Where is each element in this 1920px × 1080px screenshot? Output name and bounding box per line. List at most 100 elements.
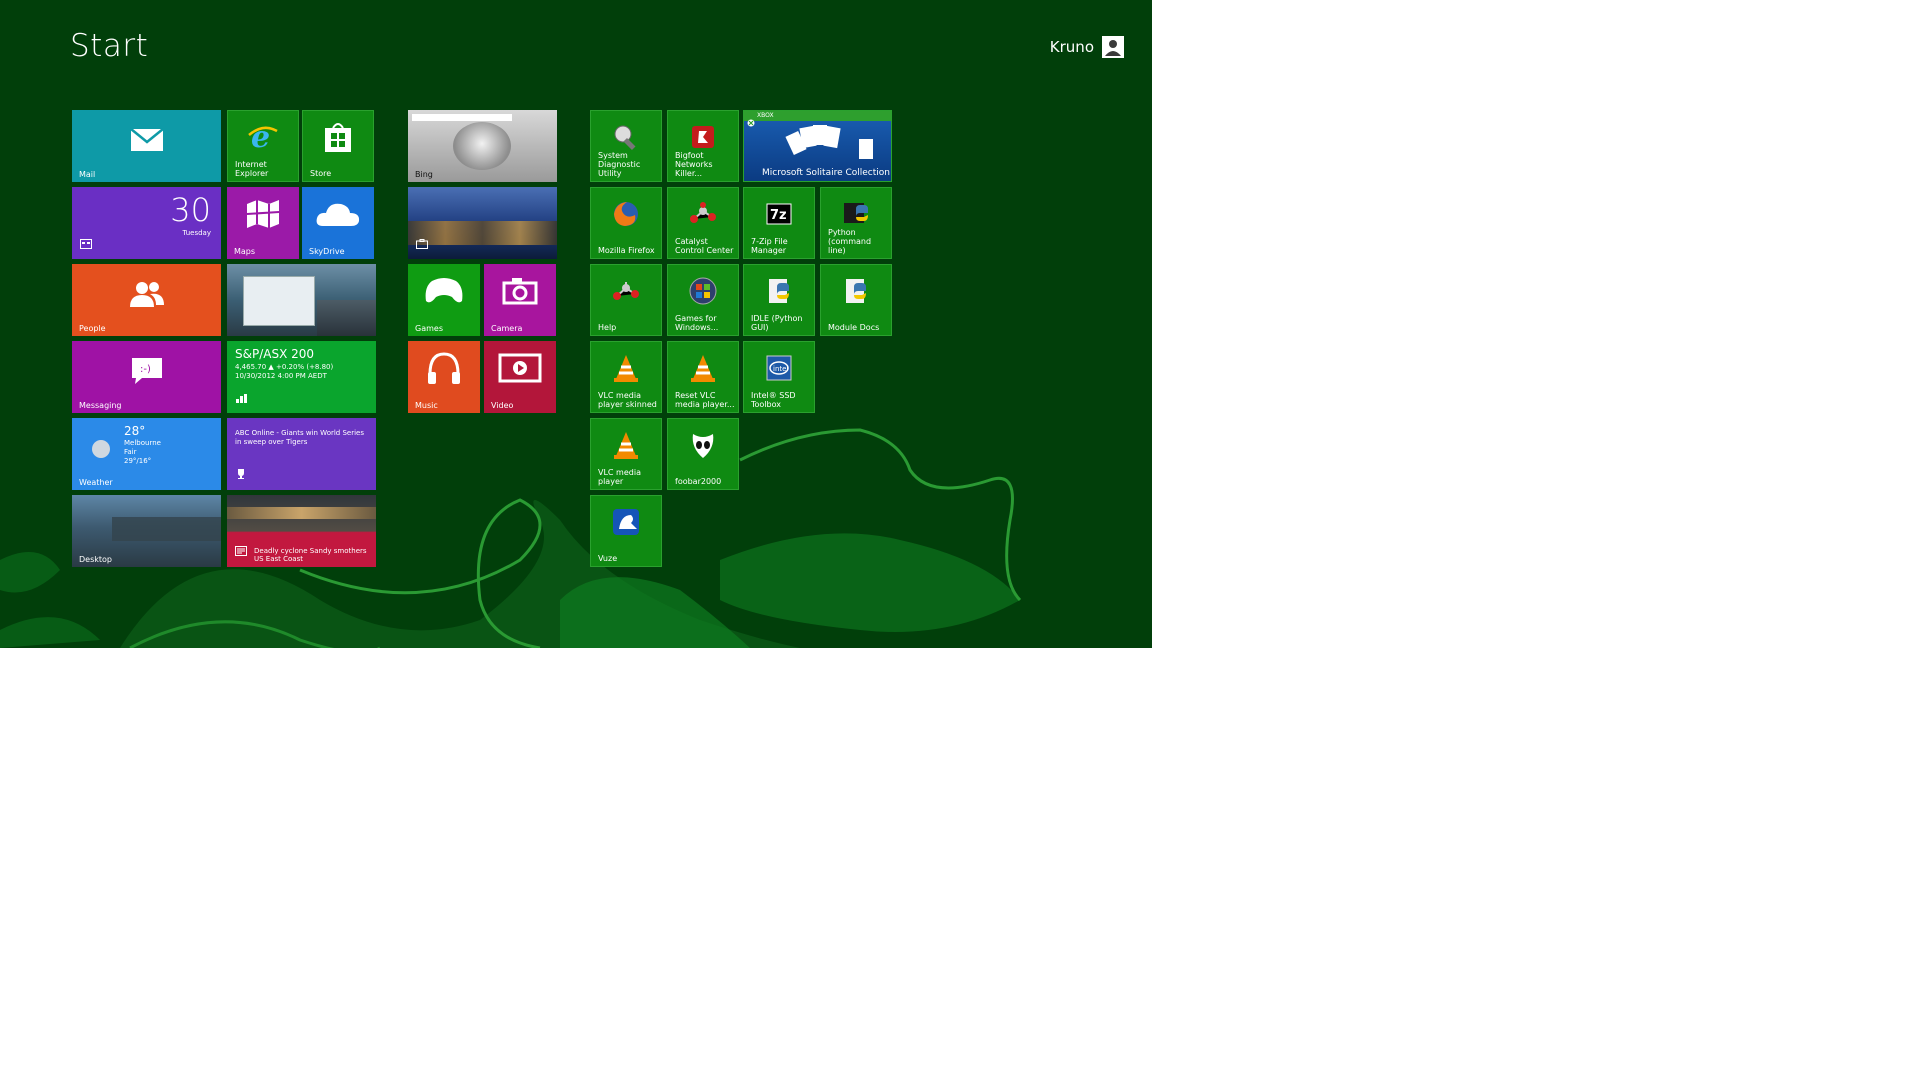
tile-games-label: Games bbox=[415, 324, 443, 333]
tile-internet-explorer[interactable]: e Internet Explorer bbox=[227, 110, 299, 182]
tile-games-for-windows[interactable]: Games for Windows... bbox=[667, 264, 739, 336]
xbox-logo-icon bbox=[747, 112, 755, 131]
weather-range: 29°/16° bbox=[124, 457, 152, 465]
tile-sports[interactable]: ABC Online - Giants win World Series in … bbox=[227, 418, 376, 490]
tile-people-label: People bbox=[79, 324, 106, 333]
tile-store-label: Store bbox=[310, 169, 332, 178]
sports-headline: ABC Online - Giants win World Series in … bbox=[235, 429, 364, 446]
desktop-sea-rocks bbox=[112, 517, 221, 541]
user-avatar-icon bbox=[1102, 36, 1124, 58]
bing-search-bar bbox=[412, 114, 512, 121]
mail-icon bbox=[129, 128, 164, 156]
tile-7zip-label: 7-Zip File Manager bbox=[751, 237, 788, 255]
tile-system-diagnostic-label: System Diagnostic Utility bbox=[598, 151, 641, 178]
7zip-icon: 7z bbox=[766, 203, 792, 229]
solitaire-cards-image bbox=[785, 125, 873, 163]
tile-vlc-label: VLC media player bbox=[598, 468, 641, 486]
tile-weather[interactable]: 28° Melbourne Fair 29°/16° Weather bbox=[72, 418, 221, 490]
finance-chart-icon bbox=[235, 389, 249, 408]
tile-video[interactable]: Video bbox=[484, 341, 556, 413]
weather-temp: 28° bbox=[124, 424, 146, 438]
tile-video-label: Video bbox=[491, 401, 514, 410]
tile-messaging[interactable]: :-) Messaging bbox=[72, 341, 221, 413]
internet-explorer-icon: e bbox=[247, 120, 279, 157]
tile-vlc[interactable]: VLC media player bbox=[590, 418, 662, 490]
tile-module-docs-label: Module Docs bbox=[828, 323, 880, 332]
tile-system-diagnostic[interactable]: System Diagnostic Utility bbox=[590, 110, 662, 182]
solitaire-title: Microsoft Solitaire Collection bbox=[762, 168, 890, 178]
tile-skydrive[interactable]: SkyDrive bbox=[302, 187, 374, 259]
tile-vuze-label: Vuze bbox=[598, 554, 618, 563]
tile-music[interactable]: Music bbox=[408, 341, 480, 413]
module-docs-icon bbox=[842, 277, 870, 309]
tile-catalyst-label: Catalyst Control Center bbox=[675, 237, 734, 255]
camera-icon bbox=[502, 277, 538, 309]
weather-condition: Fair bbox=[124, 448, 137, 456]
games-controller-icon bbox=[424, 277, 464, 309]
start-screen: Start Kruno Mail e Internet Explorer Sto… bbox=[0, 0, 1152, 648]
tile-catalyst[interactable]: Catalyst Control Center bbox=[667, 187, 739, 259]
tile-messaging-label: Messaging bbox=[79, 401, 122, 410]
calendar-icon bbox=[80, 234, 92, 253]
tile-news[interactable]: Deadly cyclone Sandy smothers US East Co… bbox=[227, 495, 376, 567]
tile-foobar2000[interactable]: foobar2000 bbox=[667, 418, 739, 490]
tile-bing[interactable]: Bing bbox=[408, 110, 557, 182]
games-for-windows-icon bbox=[688, 276, 718, 310]
tile-camera-label: Camera bbox=[491, 324, 523, 333]
tile-vuze[interactable]: Vuze bbox=[590, 495, 662, 567]
tile-bing-label: Bing bbox=[415, 170, 433, 179]
tile-intel-ssd[interactable]: intel Intel® SSD Toolbox bbox=[743, 341, 815, 413]
travel-city-image bbox=[408, 221, 557, 245]
news-headline: Deadly cyclone Sandy smothers US East Co… bbox=[254, 547, 367, 563]
svg-text::-): :-) bbox=[140, 364, 151, 375]
tile-desktop-label: Desktop bbox=[79, 555, 112, 564]
tile-help[interactable]: Help bbox=[590, 264, 662, 336]
tile-music-label: Music bbox=[415, 401, 438, 410]
maps-icon bbox=[245, 198, 281, 234]
video-play-icon bbox=[498, 353, 542, 387]
tile-module-docs[interactable]: Module Docs bbox=[820, 264, 892, 336]
tile-calendar[interactable]: 30 Tuesday bbox=[72, 187, 221, 259]
tile-desktop-preview[interactable] bbox=[227, 264, 376, 336]
skydrive-cloud-icon bbox=[315, 200, 361, 232]
vlc-cone-icon bbox=[612, 353, 640, 387]
intel-ssd-icon: intel bbox=[765, 354, 793, 386]
vlc-cone-icon bbox=[689, 353, 717, 387]
tile-skydrive-label: SkyDrive bbox=[309, 247, 345, 256]
svg-text:e: e bbox=[251, 121, 270, 153]
page-title: Start bbox=[70, 28, 149, 64]
weather-city: Melbourne bbox=[124, 439, 161, 447]
tile-finance[interactable]: S&P/ASX 200 4,465.70 ▲ +0.20% (+8.80) 10… bbox=[227, 341, 376, 413]
tile-solitaire[interactable]: XBOX Microsoft Solitaire Collection bbox=[743, 110, 892, 182]
tile-travel[interactable] bbox=[408, 187, 557, 259]
tile-weather-label: Weather bbox=[79, 478, 113, 487]
tile-vlc-skinned-label: VLC media player skinned bbox=[598, 391, 657, 409]
tile-python[interactable]: Python (command line) bbox=[820, 187, 892, 259]
tile-bigfoot-networks[interactable]: Bigfoot Networks Killer... bbox=[667, 110, 739, 182]
news-bridge-image bbox=[227, 507, 376, 519]
news-icon bbox=[235, 541, 247, 560]
tile-idle[interactable]: IDLE (Python GUI) bbox=[743, 264, 815, 336]
tile-camera[interactable]: Camera bbox=[484, 264, 556, 336]
vlc-cone-icon bbox=[612, 430, 640, 464]
tile-bigfoot-networks-label: Bigfoot Networks Killer... bbox=[675, 151, 713, 178]
tile-mail[interactable]: Mail bbox=[72, 110, 221, 182]
people-icon bbox=[128, 280, 166, 312]
tile-7zip[interactable]: 7z 7-Zip File Manager bbox=[743, 187, 815, 259]
firefox-icon bbox=[611, 199, 641, 233]
tile-games[interactable]: Games bbox=[408, 264, 480, 336]
finance-line2: 10/30/2012 4:00 PM AEDT bbox=[235, 372, 327, 380]
tile-store[interactable]: Store bbox=[302, 110, 374, 182]
messaging-icon: :-) bbox=[130, 356, 164, 390]
desktop-window-thumbnail bbox=[243, 276, 315, 326]
tile-people[interactable]: People bbox=[72, 264, 221, 336]
xbox-label: XBOX bbox=[757, 112, 774, 119]
vuze-frog-icon bbox=[611, 507, 641, 541]
tile-desktop[interactable]: Desktop bbox=[72, 495, 221, 567]
tile-firefox[interactable]: Mozilla Firefox bbox=[590, 187, 662, 259]
tile-vlc-skinned[interactable]: VLC media player skinned bbox=[590, 341, 662, 413]
tile-reset-vlc[interactable]: Reset VLC media player... bbox=[667, 341, 739, 413]
svg-text:7z: 7z bbox=[770, 208, 787, 223]
user-account[interactable]: Kruno bbox=[1050, 36, 1124, 58]
tile-maps[interactable]: Maps bbox=[227, 187, 299, 259]
